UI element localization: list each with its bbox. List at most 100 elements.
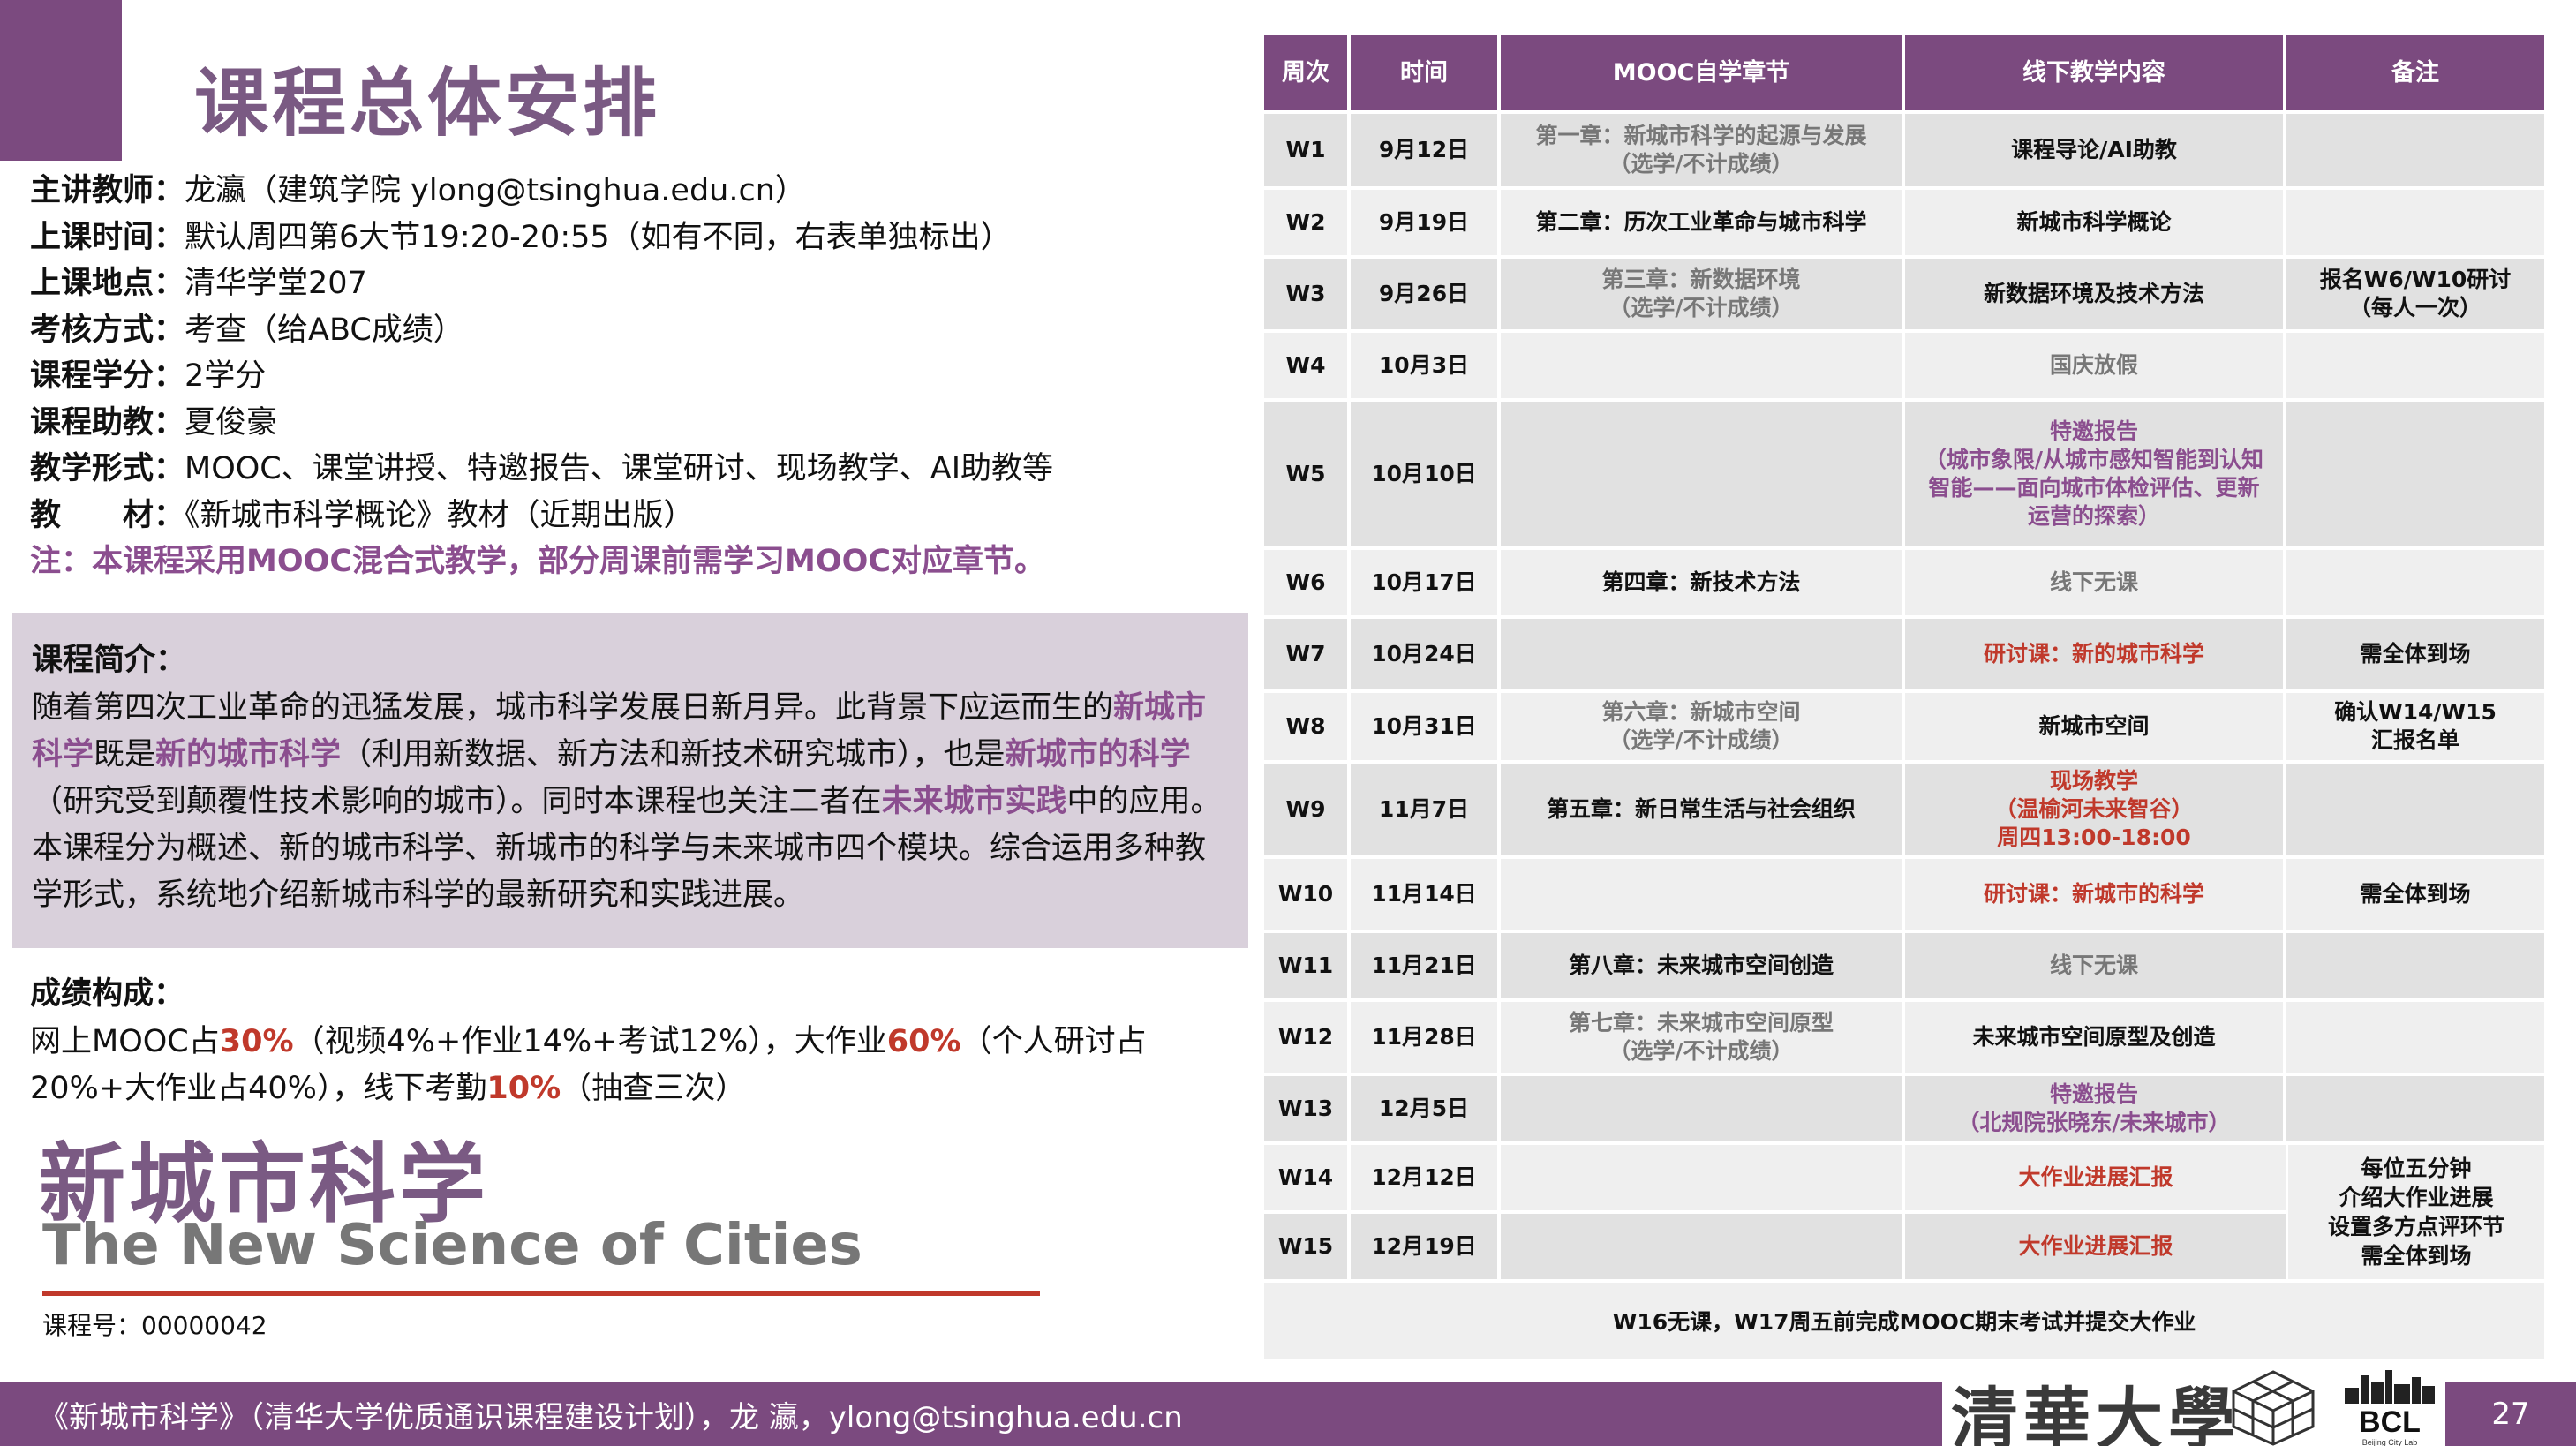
cell-text-line: 大作业进展汇报 [2018, 1164, 2173, 1190]
cell-text-line: （选学/不计成绩） [1608, 151, 1794, 177]
cell-text-line: 周四13:00-18:00 [1997, 825, 2191, 850]
cell-note [2286, 933, 2544, 998]
cell-text-line: 特邀报告 [2049, 1081, 2138, 1107]
cell-note [2286, 114, 2544, 186]
intro-text: 既是 [94, 737, 156, 772]
cell-mooc: 第四章：新技术方法 [1501, 550, 1905, 615]
cell-offline: 课程导论/AI助教 [1905, 114, 2286, 186]
bcl-logo-subtext: Beijing City Lab [2361, 1438, 2418, 1446]
grade-paragraph: 网上MOOC占30%（视频4%+作业14%+考试12%），大作业60%（个人研讨… [30, 1019, 1257, 1112]
cell-text-line: （每人一次） [2348, 295, 2482, 320]
cell-offline: 大作业进展汇报 [1905, 1145, 2286, 1210]
info-label: 课程学分： [30, 358, 185, 394]
cell-week: W14 [1264, 1145, 1351, 1210]
cell-text-line: 第八章：未来城市空间创造 [1568, 953, 1834, 978]
cell-text-line: （选学/不计成绩） [1608, 295, 1794, 320]
cell-note [2286, 550, 2544, 615]
info-label: 课程助教： [30, 404, 185, 441]
cell-note: 确认W14/W15 汇报名单 [2286, 693, 2544, 760]
course-name-en: The New Science of Cities [42, 1213, 862, 1278]
cell-date: 10月3日 [1351, 333, 1501, 398]
tsinghua-logo: 清華大學 [1951, 1365, 2241, 1446]
cell-text-line: 需全体到场 [2360, 641, 2471, 667]
grade-percent: 10% [486, 1071, 561, 1106]
table-row: W13 12月5日 特邀报告 （北规院张晓东/未来城市） [1264, 1073, 2544, 1141]
info-label: 上课地点： [30, 266, 185, 301]
cell-mooc: 第五章：新日常生活与社会组织 [1501, 764, 1905, 855]
info-value: 考查（给ABC成绩） [185, 312, 464, 348]
cell-text-line: 第四章：新技术方法 [1601, 569, 1801, 595]
table-row: W10 11月14日 研讨课：新城市的科学 需全体到场 [1264, 855, 2544, 930]
header-mooc: MOOC自学章节 [1501, 35, 1905, 110]
cell-date: 9月26日 [1351, 259, 1501, 329]
cell-text-line: （温榆河未来智谷） [1994, 796, 2194, 822]
cell-mooc [1501, 1145, 1905, 1210]
table-row: W11 11月21日 第八章：未来城市空间创造 线下无课 [1264, 930, 2544, 998]
cell-text-line: 课程导论/AI助教 [2011, 137, 2177, 162]
merged-note-cell: 每位五分钟 介绍大作业进展 设置多方点评环节 需全体到场 [2288, 1141, 2544, 1279]
cell-week: W4 [1264, 333, 1351, 398]
slide-title: 课程总体安排 [194, 60, 661, 147]
intro-text: （研究受到颠覆性技术影响的城市）。同时本课程也关注二者在 [32, 784, 882, 819]
intro-box: 课程简介： 随着第四次工业革命的迅猛发展，城市科学发展日新月异。此背景下应运而生… [12, 613, 1248, 948]
table-row: W12 11月28日 第七章：未来城市空间原型 （选学/不计成绩） 未来城市空间原型及创… [1264, 998, 2544, 1073]
cell-week: W10 [1264, 859, 1351, 930]
cube-logo-icon [2225, 1368, 2322, 1446]
cell-date: 9月12日 [1351, 114, 1501, 186]
cell-week: W11 [1264, 933, 1351, 998]
table-row: W5 10月10日 特邀报告 （城市象限/从城市感知智能到认知 智能——面向城市体检评估… [1264, 398, 2544, 546]
table-row: W8 10月31日 第六章：新城市空间 （选学/不计成绩） 新城市空间 确认W14/W15… [1264, 689, 2544, 760]
cell-text-line: 大作业进展汇报 [2018, 1233, 2173, 1259]
slide: 课程总体安排 主讲教师：龙瀛（建筑学院 ylong@tsinghua.edu.c… [0, 0, 2576, 1446]
cell-text-line: 新数据环境及技术方法 [1983, 281, 2204, 306]
table-footer-row: W16无课，W17周五前完成MOOC期末考试并提交大作业 [1264, 1279, 2544, 1359]
cell-text-line: （选学/不计成绩） [1608, 1038, 1794, 1064]
schedule-table: 周次 时间 MOOC自学章节 线下教学内容 备注 W1 9月12日 第一章：新城市科… [1264, 35, 2544, 1359]
cell-text-line: 汇报名单 [2370, 727, 2459, 753]
course-number: 课程号：00000042 [42, 1311, 267, 1340]
cell-offline: 大作业进展汇报 [1905, 1214, 2286, 1279]
cell-note [2286, 1002, 2544, 1073]
cell-week: W15 [1264, 1214, 1351, 1279]
cell-week: W2 [1264, 190, 1351, 255]
info-value: 默认周四第6大节19:20-20:55（如有不同，右表单独标出） [185, 219, 1012, 255]
info-value: 清华学堂207 [185, 266, 367, 301]
grade-percent: 60% [886, 1024, 961, 1059]
grade-text: （抽查三次） [561, 1071, 747, 1106]
cell-offline: 新城市空间 [1905, 693, 2286, 760]
header-offline: 线下教学内容 [1905, 35, 2286, 110]
grade-heading: 成绩构成： [30, 976, 185, 1012]
info-value: 夏俊豪 [185, 404, 278, 441]
cell-text-line: 智能——面向城市体检评估、更新 [1928, 475, 2260, 501]
intro-highlight: 新城市的科学 [1005, 737, 1191, 772]
cell-date: 10月17日 [1351, 550, 1501, 615]
cell-text-line: 运营的探索） [2027, 503, 2160, 529]
cell-text-line: 需全体到场 [2360, 881, 2471, 907]
cell-week: W7 [1264, 619, 1351, 689]
table-row: W1 9月12日 第一章：新城市科学的起源与发展 （选学/不计成绩） 课程导论/AI助教 [1264, 110, 2544, 186]
cell-offline: 研讨课：新城市的科学 [1905, 859, 2286, 930]
info-value: 《新城市科学概论》教材（近期出版） [185, 497, 695, 533]
info-line: 上课时间：默认周四第6大节19:20-20:55（如有不同，右表单独标出） [30, 215, 1248, 261]
grade-text: （视频4%+作业14%+考试12%），大作业 [293, 1024, 887, 1059]
cell-text-line: 未来城市空间原型及创造 [1972, 1024, 2216, 1050]
intro-text: 随着第四次工业革命的迅猛发展，城市科学发展日新月异。此背景下应运而生的 [32, 690, 1114, 726]
cell-text-line: （北规院张晓东/未来城市） [1957, 1110, 2231, 1135]
bcl-skyline-icon [2345, 1370, 2435, 1404]
cell-note: 需全体到场 [2286, 619, 2544, 689]
info-line: 考核方式：考查（给ABC成绩） [30, 307, 1248, 354]
cell-date: 12月19日 [1351, 1214, 1501, 1279]
cell-date: 9月19日 [1351, 190, 1501, 255]
info-value: 龙瀛（建筑学院 ylong@tsinghua.edu.cn） [185, 173, 806, 208]
cell-text-line: 第七章：未来城市空间原型 [1568, 1010, 1834, 1036]
info-line: 教学形式：MOOC、课堂讲授、特邀报告、课堂研讨、现场教学、AI助教等 [30, 446, 1248, 493]
cell-note: 报名W6/W10研讨 （每人一次） [2286, 259, 2544, 329]
cell-note [2286, 764, 2544, 855]
cell-text-line: 设置多方点评环节 [2327, 1214, 2504, 1239]
info-label: 教学形式： [30, 451, 185, 486]
info-line: 课程助教：夏俊豪 [30, 400, 1248, 447]
grade-section: 成绩构成： 网上MOOC占30%（视频4%+作业14%+考试12%），大作业60… [30, 969, 1257, 1112]
intro-highlight: 新的城市科学 [155, 737, 342, 772]
cell-note: 需全体到场 [2286, 859, 2544, 930]
table-header-row: 周次 时间 MOOC自学章节 线下教学内容 备注 [1264, 35, 2544, 110]
